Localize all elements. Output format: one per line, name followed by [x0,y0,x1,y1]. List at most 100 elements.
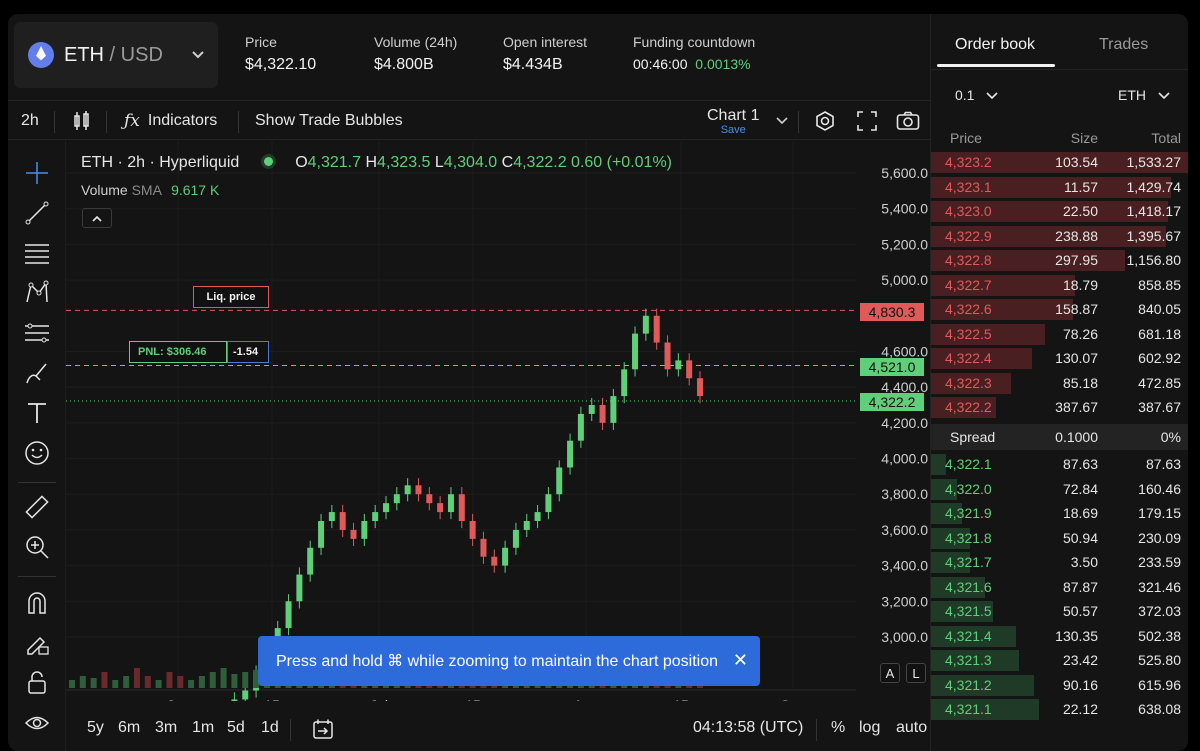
candle-type-icon[interactable] [72,101,92,141]
bid-row[interactable]: 4,321.8 50.94 230.09 [931,526,1188,551]
stat-label: Open interest [503,34,588,50]
horizontal-lines-icon[interactable] [22,238,52,268]
candle-body [426,494,433,504]
bid-row[interactable]: 4,321.1 22.12 638.08 [931,697,1188,722]
stat-funding: Funding countdown 00:46:00 0.0013% [633,34,755,72]
order-total: 1,429.74 [1126,178,1182,195]
order-price: 4,321.6 [945,578,992,595]
ask-row[interactable]: 4,322.2 387.67 387.67 [931,395,1188,420]
order-size: 87.87 [1062,578,1098,595]
emoji-icon[interactable] [22,438,52,468]
range-1d[interactable]: 1d [261,719,279,737]
order-size: 11.57 [1064,178,1098,195]
bid-row[interactable]: 4,321.6 87.87 321.46 [931,575,1188,600]
camera-icon[interactable] [896,101,920,141]
ask-row[interactable]: 4,322.7 18.79 858.85 [931,273,1188,298]
ask-row[interactable]: 4,323.1 11.57 1,429.74 [931,175,1188,200]
status-dot-icon [263,157,273,166]
unit-select[interactable]: ETH [1118,87,1170,103]
volume-bar [123,676,130,688]
collapse-legend-button[interactable] [82,208,112,228]
order-total: 638.08 [1138,701,1181,717]
order-total: 1,418.17 [1126,203,1182,219]
range-5y[interactable]: 5y [87,719,104,737]
chart-save-link[interactable]: Save [721,124,746,136]
chart-canvas[interactable]: 5,600.05,400.05,200.05,000.04,600.04,400… [66,140,930,748]
candle-body [556,467,563,495]
bid-row[interactable]: 4,321.7 3.50 233.59 [931,550,1188,575]
bid-row[interactable]: 4,321.4 130.35 502.38 [931,624,1188,649]
brush-icon[interactable] [22,358,52,388]
show-trade-bubbles-button[interactable]: Show Trade Bubbles [255,101,403,141]
price-chart[interactable]: 5,600.0 5,400.0 5,200.0 5,000.0 4,600.0 4,400… [66,140,930,748]
magnet-icon[interactable] [22,588,52,618]
crosshair-icon[interactable] [22,158,52,188]
ask-row[interactable]: 4,323.0 22.50 1,418.17 [931,199,1188,224]
text-icon[interactable] [22,398,52,428]
order-total: 840.05 [1138,301,1181,317]
chart-layout-button[interactable]: Chart 1 Save [707,101,759,141]
interval-button[interactable]: 2h [21,101,39,141]
y-tick-label: 5,000.0 [881,272,928,288]
funding-countdown: 00:46:00 [633,56,688,72]
stat-value: $4.434B [503,56,563,73]
pair-selector[interactable]: ETH / USD [14,22,218,88]
entry-price-tag: 4,521.0 [860,358,924,376]
auto-scale-button[interactable]: A [880,663,900,683]
order-price: 4,321.2 [945,676,992,693]
ruler-icon[interactable] [22,492,52,522]
range-3m[interactable]: 3m [155,719,177,737]
log-toggle[interactable]: log [859,719,880,737]
utc-time[interactable]: 04:13:58 (UTC) [693,719,803,737]
eye-icon[interactable] [22,708,52,738]
candle-body [610,396,617,423]
liquidation-price-label[interactable]: Liq. price [193,286,269,308]
tab-order-book[interactable]: Order book [955,36,1035,54]
tick-size-select[interactable]: 0.1 [955,87,998,103]
order-price: 4,322.8 [945,252,992,268]
range-1m[interactable]: 1m [192,719,214,737]
pattern-icon[interactable] [22,278,52,308]
candle-body [458,494,465,521]
range-6m[interactable]: 6m [118,719,140,737]
order-size: 103.54 [1055,154,1098,170]
chevron-down-icon[interactable] [776,101,788,141]
ask-row[interactable]: 4,322.5 78.26 681.18 [931,322,1188,347]
bid-row[interactable]: 4,321.5 50.57 372.03 [931,599,1188,624]
lock-drawing-icon[interactable] [22,628,52,658]
auto-toggle[interactable]: auto [896,719,927,737]
ask-row[interactable]: 4,322.3 85.18 472.85 [931,371,1188,396]
lock-icon[interactable] [22,668,52,698]
range-5d[interactable]: 5d [227,719,245,737]
drawing-toolbar [8,140,66,751]
fullscreen-icon[interactable] [857,101,877,141]
fib-icon[interactable] [22,318,52,348]
bid-row[interactable]: 4,321.3 23.42 525.80 [931,648,1188,673]
pnl-label[interactable]: PNL: $306.46 -1.54 [129,341,269,363]
candle-body [567,440,574,468]
settings-gear-icon[interactable] [814,101,836,141]
chart-toolbar: 2h ƒx Indicators Show Trade Bubbles Char… [8,100,930,140]
trend-line-icon[interactable] [22,198,52,228]
ask-row[interactable]: 4,322.8 297.95 1,156.80 [931,248,1188,273]
bid-row[interactable]: 4,321.9 18.69 179.15 [931,501,1188,526]
y-tick-label: 3,800.0 [881,486,928,502]
ask-row[interactable]: 4,322.9 238.88 1,395.67 [931,224,1188,249]
candle-body [534,512,541,521]
volume-bar [133,668,140,688]
zoom-in-icon[interactable] [22,532,52,562]
ask-row[interactable]: 4,323.2 103.54 1,533.27 [931,150,1188,175]
stat-open-interest: Open interest $4.434B [503,34,587,74]
log-scale-button[interactable]: L [906,663,926,683]
close-icon[interactable]: ✕ [733,650,748,671]
ask-row[interactable]: 4,322.4 130.07 602.92 [931,346,1188,371]
order-total: 233.59 [1138,554,1181,570]
percent-toggle[interactable]: % [831,719,845,737]
bid-row[interactable]: 4,322.0 72.84 160.46 [931,477,1188,502]
goto-date-icon[interactable] [312,718,334,745]
ask-row[interactable]: 4,322.6 158.87 840.05 [931,297,1188,322]
tab-trades[interactable]: Trades [1099,36,1148,54]
indicators-button[interactable]: ƒx Indicators [124,101,217,141]
bid-row[interactable]: 4,322.1 87.63 87.63 [931,452,1188,477]
bid-row[interactable]: 4,321.2 90.16 615.96 [931,673,1188,698]
